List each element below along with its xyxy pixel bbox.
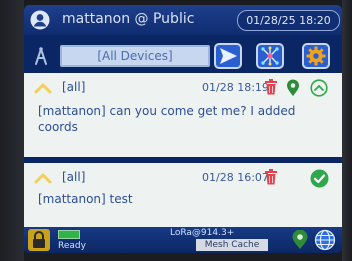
trash-icon[interactable] <box>264 169 278 185</box>
message-header: [all] 01/28 18:19 <box>24 79 342 99</box>
message-time: 01/28 18:19 <box>202 81 269 94</box>
check-circle-icon <box>310 169 329 188</box>
antenna-icon[interactable] <box>33 46 49 66</box>
map-pin-icon[interactable] <box>291 230 309 250</box>
status-bar: Ready LoRa@914.3+ Mesh Cache <box>24 227 342 253</box>
gear-icon <box>306 46 326 66</box>
message-channel: [all] <box>62 170 86 184</box>
mesh-network-icon <box>261 46 279 66</box>
lock-button[interactable] <box>28 229 50 251</box>
mesh-button[interactable] <box>256 43 284 69</box>
header-bar: mattanon @ Public 01/28/25 18:20 <box>24 5 342 35</box>
battery-indicator <box>58 230 80 239</box>
device-filter-select[interactable]: [All Devices] <box>60 45 210 67</box>
device-screen: mattanon @ Public 01/28/25 18:20 [All De… <box>24 5 342 253</box>
trash-icon[interactable] <box>264 79 278 95</box>
globe-icon[interactable] <box>314 229 336 251</box>
message-channel: [all] <box>62 80 86 94</box>
send-button[interactable] <box>214 43 242 69</box>
user-channel-title: mattanon @ Public <box>62 11 195 27</box>
message-text: [mattanon] test <box>38 192 133 206</box>
send-arrow-icon <box>220 48 237 64</box>
message-text: [mattanon] can you come get me? I added … <box>38 104 296 134</box>
mesh-cache-button[interactable]: Mesh Cache <box>196 239 268 251</box>
device-bezel-right <box>342 0 352 261</box>
datetime-display: 01/28/25 18:20 <box>237 10 340 31</box>
chevron-up-icon[interactable] <box>34 171 52 185</box>
message-list[interactable]: [all] 01/28 18:19 [mattanon] can you com… <box>24 73 342 227</box>
toolbar: [All Devices] <box>24 35 342 73</box>
settings-button[interactable] <box>302 43 330 69</box>
user-icon[interactable] <box>30 10 50 30</box>
location-pin-icon[interactable] <box>286 79 300 97</box>
radio-frequency: LoRa@914.3+ <box>170 228 235 238</box>
device-bezel-left <box>0 0 24 261</box>
message-time: 01/28 16:07 <box>202 171 269 184</box>
status-text: Ready <box>58 241 86 251</box>
chevron-up-icon[interactable] <box>34 81 52 95</box>
chevron-up-circle-icon[interactable] <box>310 79 328 97</box>
lock-icon <box>33 231 45 248</box>
message-item[interactable]: [all] 01/28 16:07 [mattanon] test <box>24 163 342 227</box>
message-header: [all] 01/28 16:07 <box>24 169 342 189</box>
message-item[interactable]: [all] 01/28 18:19 [mattanon] can you com… <box>24 73 342 157</box>
